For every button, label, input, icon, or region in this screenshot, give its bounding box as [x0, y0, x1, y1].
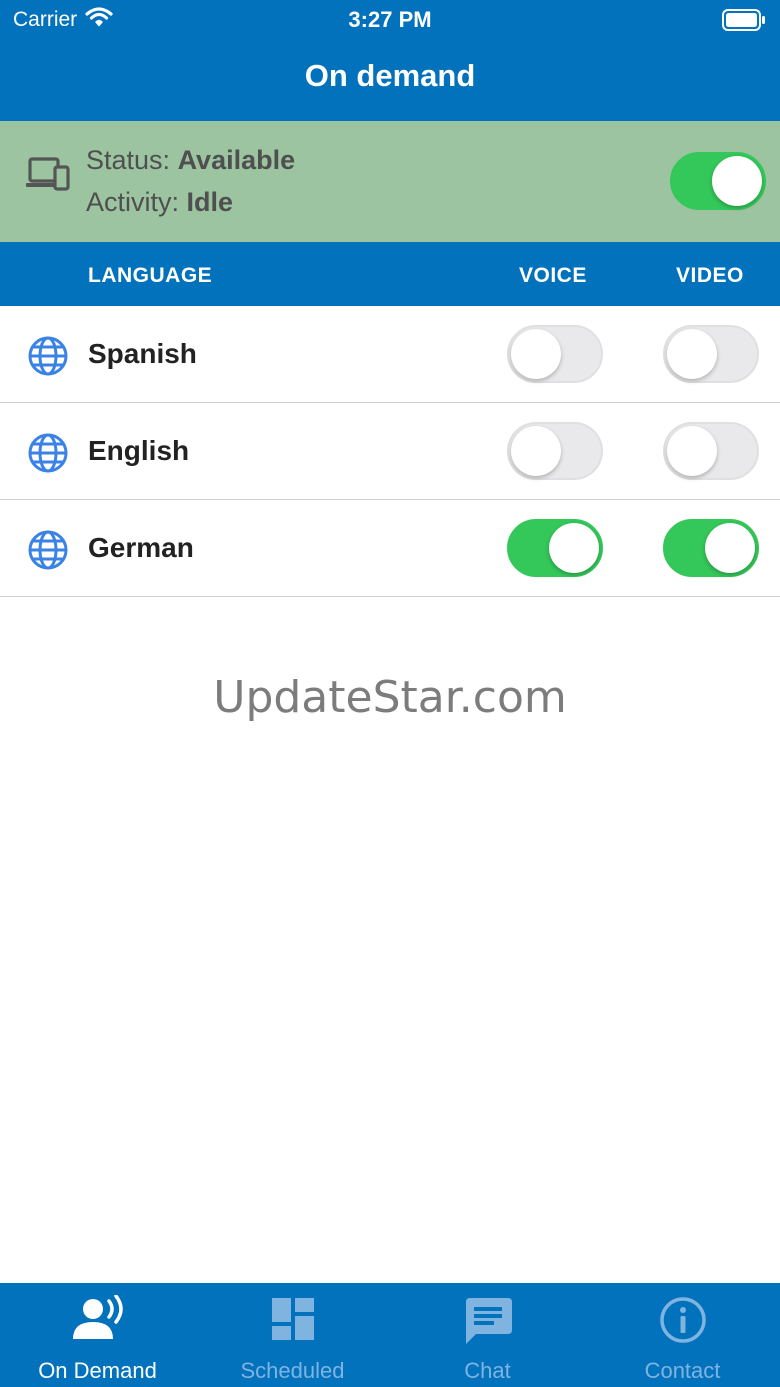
tab-label: On Demand	[38, 1358, 157, 1383]
chat-bubble-icon	[390, 1295, 585, 1347]
status-bar: Carrier 3:27 PM	[0, 0, 780, 40]
language-table-header: LANGUAGE VOICE VIDEO	[0, 242, 780, 306]
tab-chat[interactable]: Chat	[390, 1283, 585, 1387]
devices-icon	[26, 156, 70, 197]
toggle-knob	[511, 329, 561, 379]
language-name: Spanish	[88, 338, 197, 369]
voice-person-icon	[0, 1295, 195, 1343]
activity-value: Idle	[186, 187, 234, 217]
toggle-knob	[705, 523, 755, 573]
status-panel	[0, 121, 780, 242]
status-line: Status: Available	[86, 145, 295, 176]
availability-toggle[interactable]	[670, 152, 766, 210]
activity-line: Activity: Idle	[86, 187, 233, 218]
voice-toggle-spanish[interactable]	[507, 325, 603, 383]
tab-label: Chat	[464, 1358, 511, 1383]
clock: 3:27 PM	[348, 7, 432, 32]
language-row-english: English	[0, 403, 780, 500]
activity-label: Activity:	[86, 187, 180, 217]
toggle-knob	[667, 426, 717, 476]
battery-icon	[722, 9, 766, 37]
globe-icon	[27, 335, 69, 382]
globe-icon	[27, 529, 69, 576]
video-toggle-german[interactable]	[663, 519, 759, 577]
watermark: UpdateStar.com	[213, 672, 567, 723]
language-row-spanish: Spanish	[0, 306, 780, 403]
language-row-german: German	[0, 500, 780, 597]
page-title: On demand	[304, 58, 476, 93]
voice-toggle-german[interactable]	[507, 519, 603, 577]
tab-bar: On Demand Scheduled Chat Contact	[0, 1283, 780, 1387]
globe-icon	[27, 432, 69, 479]
toggle-knob	[511, 426, 561, 476]
video-column-header: VIDEO	[676, 264, 744, 287]
dashboard-icon	[195, 1295, 390, 1343]
language-name: German	[88, 532, 194, 563]
language-column-header: LANGUAGE	[88, 264, 213, 287]
status-value: Available	[177, 145, 296, 175]
toggle-knob	[667, 329, 717, 379]
video-toggle-spanish[interactable]	[663, 325, 759, 383]
info-icon	[585, 1295, 780, 1345]
video-toggle-english[interactable]	[663, 422, 759, 480]
language-name: English	[88, 435, 190, 466]
tab-contact[interactable]: Contact	[585, 1283, 780, 1387]
tab-scheduled[interactable]: Scheduled	[195, 1283, 390, 1387]
tab-label: Contact	[644, 1358, 721, 1383]
toggle-knob	[549, 523, 599, 573]
status-label: Status:	[86, 145, 171, 175]
tab-label: Scheduled	[240, 1358, 345, 1383]
toggle-knob	[712, 156, 762, 206]
voice-toggle-english[interactable]	[507, 422, 603, 480]
voice-column-header: VOICE	[519, 264, 587, 287]
tab-on-demand[interactable]: On Demand	[0, 1283, 195, 1387]
